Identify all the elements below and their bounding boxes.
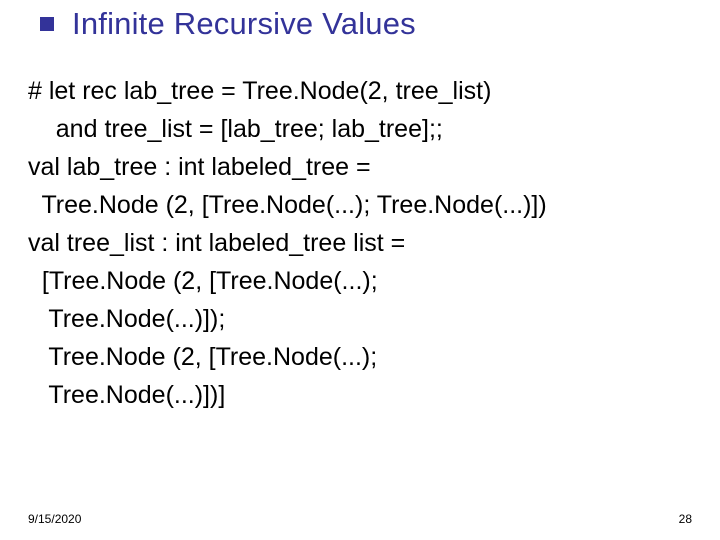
slide-body: # let rec lab_tree = Tree.Node(2, tree_l… — [28, 72, 692, 414]
code-line: Tree.Node(...)])] — [28, 376, 692, 414]
code-line: Tree.Node (2, [Tree.Node(...); Tree.Node… — [28, 186, 692, 224]
code-line: # let rec lab_tree = Tree.Node(2, tree_l… — [28, 72, 692, 110]
code-line: Tree.Node (2, [Tree.Node(...); — [28, 338, 692, 376]
code-line: val lab_tree : int labeled_tree = — [28, 148, 692, 186]
code-line: and tree_list = [lab_tree; lab_tree];; — [28, 110, 692, 148]
slide: Infinite Recursive Values # let rec lab_… — [0, 0, 720, 540]
footer-page-number: 28 — [679, 512, 692, 526]
code-line: [Tree.Node (2, [Tree.Node(...); — [28, 262, 692, 300]
slide-title: Infinite Recursive Values — [72, 6, 416, 42]
code-line: val tree_list : int labeled_tree list = — [28, 224, 692, 262]
title-row: Infinite Recursive Values — [0, 6, 720, 42]
footer-date: 9/15/2020 — [28, 512, 81, 526]
title-bullet-icon — [40, 17, 54, 31]
code-line: Tree.Node(...)]); — [28, 300, 692, 338]
